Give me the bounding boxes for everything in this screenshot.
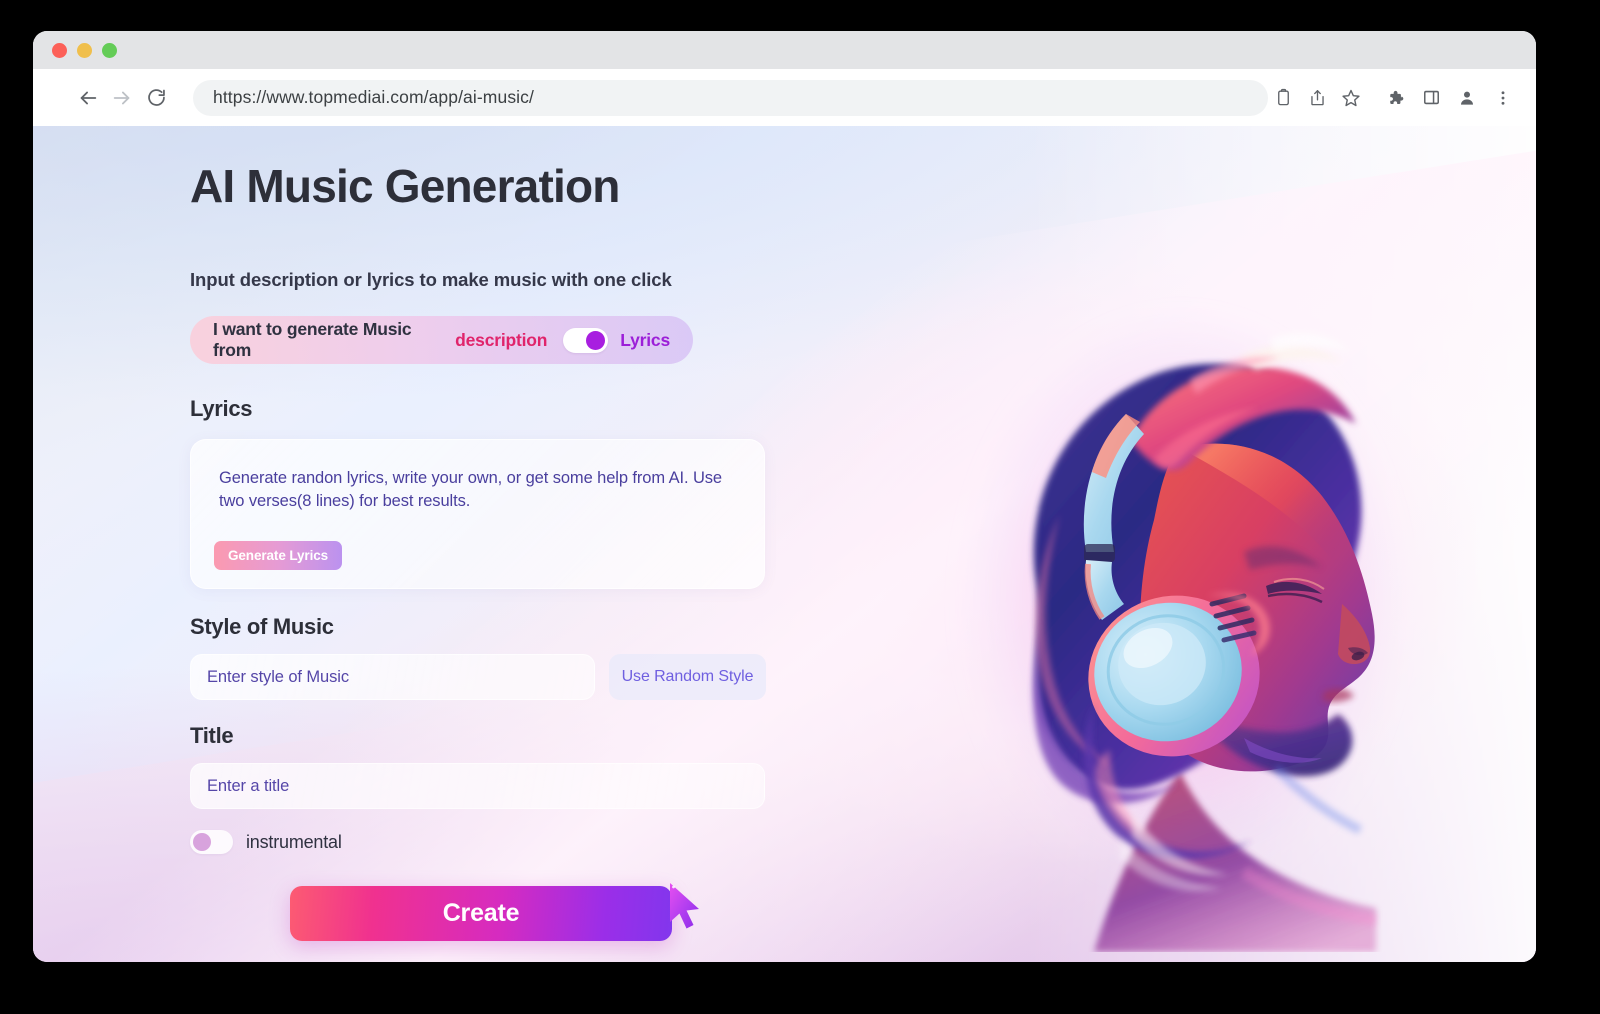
mode-option-description[interactable]: description [455, 330, 547, 351]
clipboard-icon[interactable] [1268, 83, 1298, 113]
use-random-style-label: Use Random Style [621, 668, 754, 685]
mode-toggle-knob [586, 330, 606, 350]
style-of-music-input[interactable]: Enter style of Music [190, 654, 595, 700]
star-icon[interactable] [1336, 83, 1366, 113]
browser-toolbar: https://www.topmediai.com/app/ai-music/ [33, 69, 1536, 126]
profile-avatar-icon[interactable] [1452, 83, 1482, 113]
style-section-label: Style of Music [190, 614, 334, 639]
omnibox-action-icons [1268, 83, 1366, 113]
generate-lyrics-label: Generate Lyrics [228, 548, 329, 563]
address-bar[interactable]: https://www.topmediai.com/app/ai-music/ [193, 79, 1268, 116]
side-panel-icon[interactable] [1416, 83, 1446, 113]
title-input[interactable]: Enter a title [190, 763, 765, 809]
mode-toggle-switch[interactable] [563, 327, 609, 353]
browser-window: https://www.topmediai.com/app/ai-music/ [33, 31, 1536, 962]
instrumental-toggle-switch[interactable] [190, 830, 233, 854]
lyrics-section-label: Lyrics [190, 396, 253, 421]
maximize-window-button[interactable] [102, 42, 117, 58]
minimize-window-button[interactable] [77, 42, 92, 58]
browser-title-bar [33, 31, 1536, 69]
style-placeholder-text: Enter style of Music [207, 667, 349, 686]
generate-lyrics-button[interactable]: Generate Lyrics [214, 541, 343, 570]
page-subtitle: Input description or lyrics to make musi… [190, 269, 672, 290]
lyrics-placeholder-text: Generate randon lyrics, write your own, … [219, 469, 722, 511]
url-text: https://www.topmediai.com/app/ai-music/ [213, 87, 534, 107]
extensions-puzzle-icon[interactable] [1380, 83, 1410, 113]
mode-pill-prefix: I want to generate Music from [213, 319, 412, 360]
back-arrow-icon[interactable] [71, 81, 105, 115]
ai-music-form: AI Music Generation Input description or… [190, 126, 810, 941]
instrumental-toggle-knob [193, 833, 211, 851]
generation-mode-pill[interactable]: I want to generate Music from descriptio… [190, 316, 693, 364]
use-random-style-button[interactable]: Use Random Style [609, 654, 766, 700]
create-button-label: Create [442, 899, 520, 927]
title-placeholder-text: Enter a title [207, 776, 290, 795]
lyrics-textarea[interactable]: Generate randon lyrics, write your own, … [190, 439, 765, 589]
instrumental-row[interactable]: instrumental [190, 830, 810, 854]
mode-option-lyrics[interactable]: Lyrics [620, 330, 670, 351]
reload-icon[interactable] [139, 81, 173, 115]
title-section-label: Title [190, 723, 234, 748]
page-viewport: AI Music Generation Input description or… [33, 126, 1536, 962]
kebab-menu-icon[interactable] [1488, 83, 1518, 113]
toolbar-extra-icons [1380, 83, 1518, 113]
page-title: AI Music Generation [190, 160, 620, 212]
instrumental-label: instrumental [246, 831, 342, 852]
hero-image-neon-portrait [944, 252, 1414, 952]
style-input-row: Enter style of Music Use Random Style [190, 654, 810, 700]
share-icon[interactable] [1302, 83, 1332, 113]
forward-arrow-icon[interactable] [105, 81, 139, 115]
close-window-button[interactable] [52, 42, 67, 58]
create-button[interactable]: Create [290, 886, 672, 941]
